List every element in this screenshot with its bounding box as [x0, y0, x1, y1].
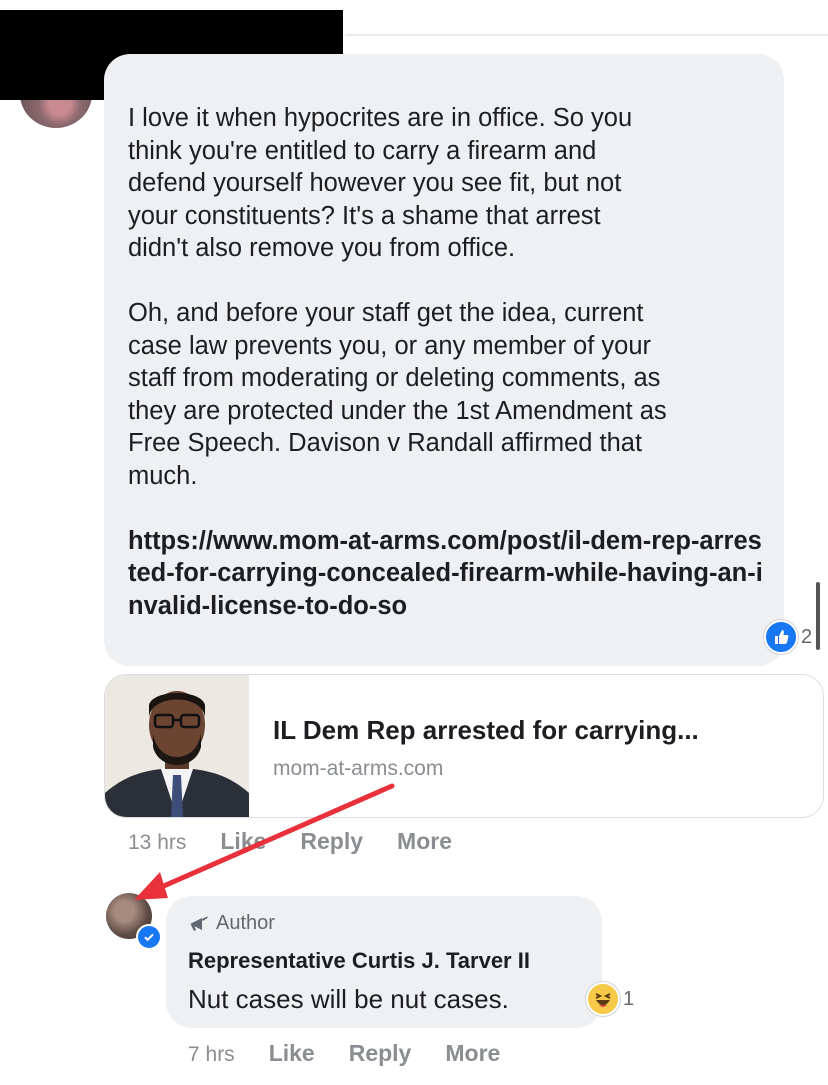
more-button[interactable]: More	[445, 1040, 500, 1067]
link-preview-title[interactable]: IL Dem Rep arrested for carrying...	[273, 715, 699, 746]
comment-paragraph: I love it when hypocrites are in office.…	[128, 104, 633, 262]
link-preview-card[interactable]: IL Dem Rep arrested for carrying... mom-…	[104, 674, 824, 818]
like-button[interactable]: Like	[220, 828, 266, 855]
reply-timestamp[interactable]: 7 hrs	[188, 1043, 235, 1067]
comment-reactions[interactable]: 2	[764, 620, 812, 654]
reply-reactions[interactable]: 1	[586, 982, 634, 1016]
like-button[interactable]: Like	[269, 1040, 315, 1067]
comment-timestamp[interactable]: 13 hrs	[128, 831, 186, 855]
megaphone-icon	[190, 916, 208, 931]
like-icon	[764, 620, 798, 654]
reply-text: Nut cases will be nut cases.	[188, 984, 509, 1014]
divider	[345, 34, 828, 36]
link-preview-domain: mom-at-arms.com	[273, 757, 444, 780]
reply-button[interactable]: Reply	[300, 828, 363, 855]
comment-paragraph: Oh, and before your staff get the idea, …	[128, 299, 667, 490]
comment-actions: 13 hrs Like Reply More	[128, 828, 486, 855]
reply-actions: 7 hrs Like Reply More	[188, 1040, 534, 1067]
author-badge-label: Author	[216, 912, 275, 934]
scrollbar[interactable]	[816, 582, 820, 650]
reaction-count: 1	[623, 987, 635, 1010]
author-name[interactable]: Representative Curtis J. Tarver II	[188, 948, 530, 974]
haha-icon	[586, 982, 620, 1016]
more-button[interactable]: More	[397, 828, 452, 855]
reply-button[interactable]: Reply	[349, 1040, 412, 1067]
verified-check-icon	[136, 924, 162, 950]
comment-link[interactable]: https://www.mom-at-arms.com/post/il-dem-…	[128, 525, 768, 623]
reaction-count: 2	[801, 625, 813, 648]
link-preview-thumbnail	[105, 675, 249, 817]
author-badge: Author	[188, 912, 275, 935]
comment-body: I love it when hypocrites are in office.…	[128, 102, 768, 622]
